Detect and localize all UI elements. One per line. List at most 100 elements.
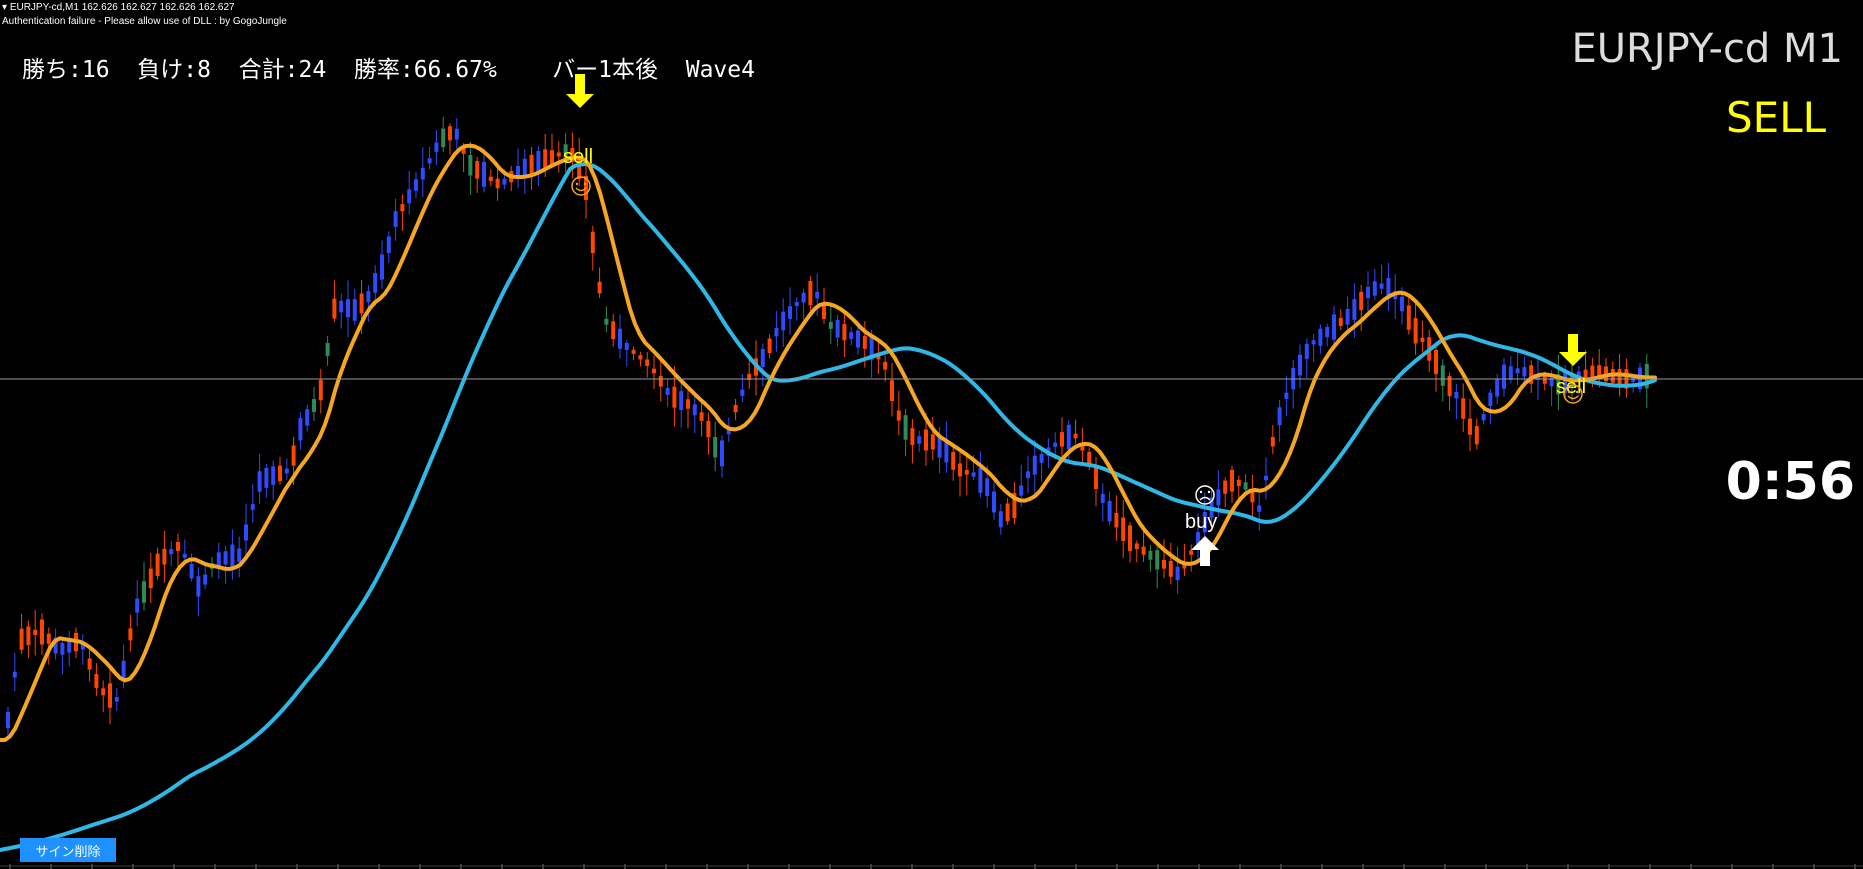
candle-body	[434, 142, 439, 152]
candle	[407, 170, 412, 215]
candle	[896, 390, 901, 436]
candle	[128, 614, 133, 652]
candle	[352, 288, 357, 326]
candle	[801, 288, 806, 320]
candle-body	[468, 155, 473, 176]
candle	[305, 404, 310, 432]
candle	[1128, 522, 1132, 563]
candle-body	[1223, 480, 1228, 494]
candle-body	[808, 280, 813, 306]
candle-body	[298, 418, 303, 441]
candle	[944, 421, 949, 473]
candle	[624, 339, 629, 367]
candle	[849, 327, 854, 346]
candle-body	[60, 642, 65, 655]
status-line: Authentication failure - Please allow us…	[2, 16, 287, 27]
candle-body	[788, 306, 792, 319]
candle-body	[1372, 281, 1377, 296]
candle-body	[454, 128, 459, 140]
candle-body	[1005, 503, 1010, 522]
candle	[1318, 324, 1323, 354]
delete-signals-button[interactable]: サイン削除	[20, 838, 116, 862]
win-loss-stats: 勝ち:16 負け:8 合計:24 勝率:66.67% バー1本後 Wave4	[22, 57, 755, 83]
candle	[1121, 499, 1126, 558]
candle-body	[835, 319, 840, 338]
candle-body	[1189, 550, 1194, 555]
candle-body	[624, 342, 629, 350]
candle-body	[958, 463, 962, 477]
candle-body	[87, 658, 92, 670]
candle	[1372, 268, 1377, 300]
candle	[148, 553, 153, 604]
candle-body	[1026, 471, 1030, 478]
candle	[114, 688, 119, 712]
candle	[339, 293, 344, 329]
candle	[618, 314, 622, 359]
candle	[713, 421, 718, 472]
candle	[420, 147, 425, 198]
candle	[992, 479, 996, 520]
candle-body	[135, 598, 140, 613]
candle-body	[964, 469, 969, 475]
time-axis-ticks	[0, 864, 1863, 869]
candle-body	[890, 380, 894, 402]
candle	[631, 346, 636, 361]
candle-body	[373, 273, 378, 293]
candle	[590, 225, 595, 271]
candle	[930, 416, 935, 460]
candle	[176, 533, 180, 569]
candle-body	[1121, 517, 1126, 542]
candle-body	[257, 471, 262, 492]
candle-body	[740, 389, 745, 396]
candle-body	[284, 468, 289, 474]
signal-label: SELL	[1726, 93, 1826, 142]
candle	[380, 240, 384, 289]
candle-body	[291, 445, 296, 466]
candle	[1223, 477, 1228, 508]
candle-body	[1318, 328, 1323, 346]
candle	[1447, 372, 1452, 411]
candle	[1250, 474, 1255, 520]
candle	[910, 419, 915, 464]
triangle-down-icon[interactable]: ▾	[2, 2, 7, 13]
candle	[237, 536, 242, 578]
candle	[250, 483, 255, 523]
candle-body	[883, 361, 888, 370]
candle	[400, 194, 405, 231]
candle	[781, 298, 786, 347]
candle	[794, 297, 799, 321]
candle-body	[393, 211, 398, 227]
candle	[284, 458, 289, 480]
candle	[529, 147, 534, 191]
candle	[1291, 359, 1296, 409]
candle-body	[1155, 550, 1160, 570]
candle-body	[12, 671, 17, 678]
candle	[760, 343, 765, 387]
candle	[1325, 323, 1330, 347]
candle	[1257, 493, 1262, 531]
candle-body	[148, 568, 153, 589]
candle-body	[713, 436, 718, 458]
candle-body	[420, 167, 425, 180]
candle-body	[1461, 398, 1466, 419]
candle-body	[271, 466, 276, 485]
candle	[441, 116, 446, 152]
candle-body	[230, 544, 235, 569]
candle-body	[1264, 475, 1268, 481]
candle-body	[1468, 418, 1472, 435]
candle	[1393, 274, 1398, 319]
candle	[108, 664, 112, 725]
candle	[1134, 540, 1139, 563]
candle	[1039, 449, 1044, 482]
candle-body	[1053, 442, 1058, 447]
candle-body	[550, 150, 554, 165]
price-chart[interactable]: sell buy sell	[0, 0, 1863, 869]
candle	[964, 451, 969, 496]
candle	[1066, 420, 1071, 464]
candle	[1338, 309, 1343, 331]
candle	[645, 351, 650, 378]
candle-body	[1236, 479, 1241, 487]
candle-body	[794, 301, 799, 307]
candle	[203, 565, 208, 589]
candle-body	[1128, 525, 1132, 552]
